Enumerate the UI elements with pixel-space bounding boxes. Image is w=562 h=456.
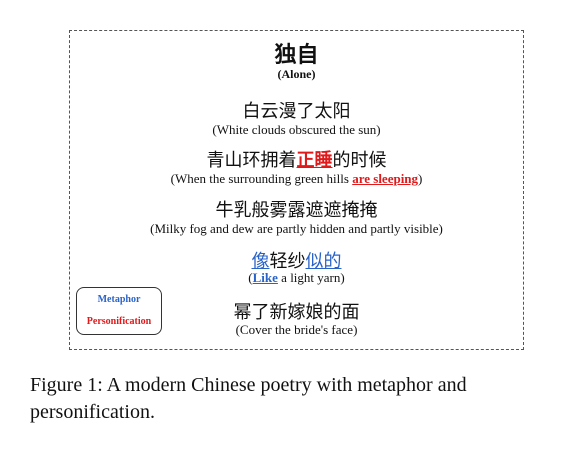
figure-legend: Metaphor Personification <box>76 287 162 335</box>
metaphor-highlight-en: Like <box>252 270 278 285</box>
poem-figure-box: 独自 (Alone) 白云漫了太阳 (White clouds obscured… <box>69 30 524 350</box>
line-4-en-suffix: a light yarn) <box>277 270 345 285</box>
line-2-en-suffix: ) <box>418 171 423 186</box>
line-2-cn-suffix: 的时候 <box>332 150 387 171</box>
poem-line-1-english: (White clouds obscured the sun) <box>212 122 381 137</box>
poem-line-3-chinese: 牛乳般雾露遮遮掩掩 <box>215 200 378 221</box>
legend-metaphor-label: Metaphor <box>97 294 141 305</box>
personification-highlight-en: are sleeping <box>352 171 419 186</box>
personification-highlight-cn: 正睡 <box>296 150 333 171</box>
poem-line-2-chinese: 青山环拥着正睡的时候 <box>70 146 523 172</box>
legend-personification-label: Personification <box>86 316 152 327</box>
figure-caption: Figure 1: A modern Chinese poetry with m… <box>30 374 467 423</box>
poem-line-2-english: (When the surrounding green hills are sl… <box>70 171 523 187</box>
poem-line-4-english: (Like a light yarn) <box>70 270 523 286</box>
poem-title-english: (Alone) <box>277 67 316 81</box>
line-2-cn-prefix: 青山环拥着 <box>206 150 297 171</box>
poem-line-1-chinese: 白云漫了太阳 <box>242 101 351 122</box>
line-2-en-prefix: (When the surrounding green hills <box>170 171 353 186</box>
line-4-cn-middle: 轻纱 <box>269 251 306 272</box>
metaphor-highlight-cn-1: 像 <box>251 251 270 272</box>
metaphor-highlight-cn-2: 似的 <box>305 251 342 272</box>
poem-title-chinese: 独自 <box>274 43 319 68</box>
poem-line-3-english: (Milky fog and dew are partly hidden and… <box>150 221 443 236</box>
